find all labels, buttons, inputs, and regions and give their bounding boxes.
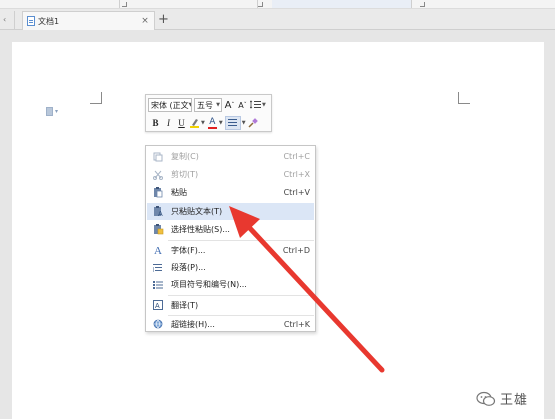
ribbon-launcher-icon[interactable] [258, 2, 263, 7]
paste-text-icon: A [149, 203, 167, 220]
bullets-icon [149, 276, 167, 293]
close-tab-icon[interactable]: × [139, 16, 151, 26]
document-icon [46, 107, 53, 116]
ribbon-launcher-icon[interactable] [122, 2, 127, 7]
context-menu: 复制(C) Ctrl+C 剪切(T) Ctrl+X 粘贴 Ctrl+V A 只粘… [145, 145, 316, 332]
font-size-select[interactable]: 五号 ▼ [194, 98, 222, 112]
chevron-down-icon[interactable]: ▼ [201, 120, 205, 126]
menu-item-label: 字体(F)... [171, 246, 206, 255]
menu-separator [168, 240, 314, 241]
menu-item-label: 粘贴 [171, 188, 187, 197]
menu-item-copy[interactable]: 复制(C) Ctrl+C [147, 148, 314, 165]
menu-item-paste-special[interactable]: 选择性粘贴(S)... [147, 221, 314, 238]
mini-format-toolbar: 宋体 (正文 ▼ 五号 ▼ Aˆ Aˇ ▼ B I U [145, 94, 272, 132]
tab-document-1[interactable]: 文档1 × [22, 11, 155, 30]
highlight-button[interactable] [189, 116, 200, 130]
document-tab-bar: ‹ 文档1 × + [0, 9, 555, 30]
menu-item-shortcut: Ctrl+K [283, 320, 310, 329]
highlighter-icon [191, 119, 198, 126]
hyperlink-icon [149, 316, 167, 333]
margin-corner-top-left [90, 92, 102, 104]
ribbon-group [50, 0, 120, 8]
new-tab-button[interactable]: + [158, 13, 169, 26]
menu-item-shortcut: Ctrl+X [283, 170, 310, 179]
ribbon-launcher-icon[interactable] [420, 2, 425, 7]
tab-title: 文档1 [38, 16, 60, 26]
menu-item-label: 翻译(T) [171, 301, 199, 310]
font-color-icon: A [209, 116, 216, 127]
menu-item-translate[interactable]: A 翻译(T) [147, 297, 314, 314]
align-justify-icon [228, 119, 238, 126]
menu-item-shortcut: Ctrl+V [283, 188, 310, 197]
font-icon: A [154, 244, 162, 257]
watermark-text: 王雄 [500, 393, 529, 408]
chevron-down-icon[interactable]: ▼ [219, 120, 223, 126]
shrink-font-button[interactable]: Aˇ [237, 98, 248, 112]
font-name-select[interactable]: 宋体 (正文 ▼ [148, 98, 192, 112]
tab-scroll-left-icon[interactable]: ‹ [3, 15, 6, 24]
paste-icon [149, 184, 167, 201]
watermark: 王雄 [476, 389, 528, 408]
menu-item-paragraph[interactable]: 段落(P)... [147, 259, 314, 276]
translate-icon: A [149, 297, 167, 314]
chevron-down-icon[interactable]: ▼ [242, 120, 246, 126]
chevron-down-icon: ▼ [216, 102, 220, 108]
menu-item-font[interactable]: A 字体(F)... Ctrl+D [147, 242, 314, 259]
bold-button[interactable]: B [150, 116, 161, 130]
ribbon-group [128, 0, 258, 8]
line-spacing-icon [250, 100, 261, 109]
svg-text:A: A [158, 211, 163, 217]
document-icon [27, 16, 35, 26]
highlight-color-bar [190, 126, 199, 128]
menu-item-shortcut: Ctrl+C [283, 152, 310, 161]
paragraph-layout-icon[interactable]: ▾ [46, 107, 58, 116]
menu-item-label: 剪切(T) [171, 170, 199, 179]
paste-special-icon [149, 221, 167, 238]
menu-item-bullets-numbering[interactable]: 项目符号和编号(N)... [147, 276, 314, 293]
down-arrow-icon: ˇ [243, 101, 247, 109]
menu-item-label: 项目符号和编号(N)... [171, 280, 247, 289]
grow-font-button[interactable]: Aˆ [224, 98, 235, 112]
menu-separator [168, 295, 314, 296]
menu-item-label: 选择性粘贴(S)... [171, 225, 230, 234]
toolbar-row-1: 宋体 (正文 ▼ 五号 ▼ Aˆ Aˇ ▼ [148, 97, 266, 113]
ribbon-fragment [0, 0, 555, 9]
chevron-down-icon: ▾ [55, 108, 59, 115]
menu-item-label: 超链接(H)... [171, 320, 215, 329]
menu-item-paste[interactable]: 粘贴 Ctrl+V [147, 184, 314, 201]
up-arrow-icon: ˆ [231, 101, 235, 109]
chevron-down-icon: ▼ [262, 102, 266, 108]
menu-item-label: 段落(P)... [171, 263, 206, 272]
menu-item-cut[interactable]: 剪切(T) Ctrl+X [147, 166, 314, 183]
font-color-bar [207, 126, 217, 129]
font-name-value: 宋体 (正文 [151, 100, 189, 110]
cut-icon [149, 166, 167, 183]
format-painter-icon [248, 118, 258, 128]
toolbar-row-2: B I U ▼ A ▼ ▼ [148, 115, 259, 131]
line-spacing-button[interactable]: ▼ [250, 98, 266, 112]
chevron-down-icon: ▼ [189, 102, 191, 108]
format-painter-button[interactable] [248, 116, 259, 130]
menu-item-shortcut: Ctrl+D [282, 246, 310, 255]
menu-item-hyperlink[interactable]: 超链接(H)... Ctrl+K [147, 316, 314, 333]
italic-button[interactable]: I [163, 116, 174, 130]
font-size-value: 五号 [197, 100, 213, 110]
menu-item-paste-text-only[interactable]: A 只粘贴文本(T) [147, 203, 314, 220]
ribbon-style-gallery[interactable] [272, 0, 412, 8]
menu-item-label: 只粘贴文本(T) [171, 207, 223, 216]
wechat-logo-icon [476, 391, 496, 406]
underline-button[interactable]: U [176, 116, 187, 130]
margin-corner-top-right [458, 92, 470, 104]
menu-item-label: 复制(C) [171, 152, 199, 161]
align-button[interactable] [224, 116, 241, 130]
copy-icon [149, 148, 167, 165]
paragraph-icon [149, 259, 167, 276]
svg-text:A: A [155, 303, 160, 310]
grow-font-icon: A [224, 99, 232, 111]
font-color-button[interactable]: A [207, 116, 218, 130]
previous-tab-stub[interactable] [14, 11, 21, 30]
